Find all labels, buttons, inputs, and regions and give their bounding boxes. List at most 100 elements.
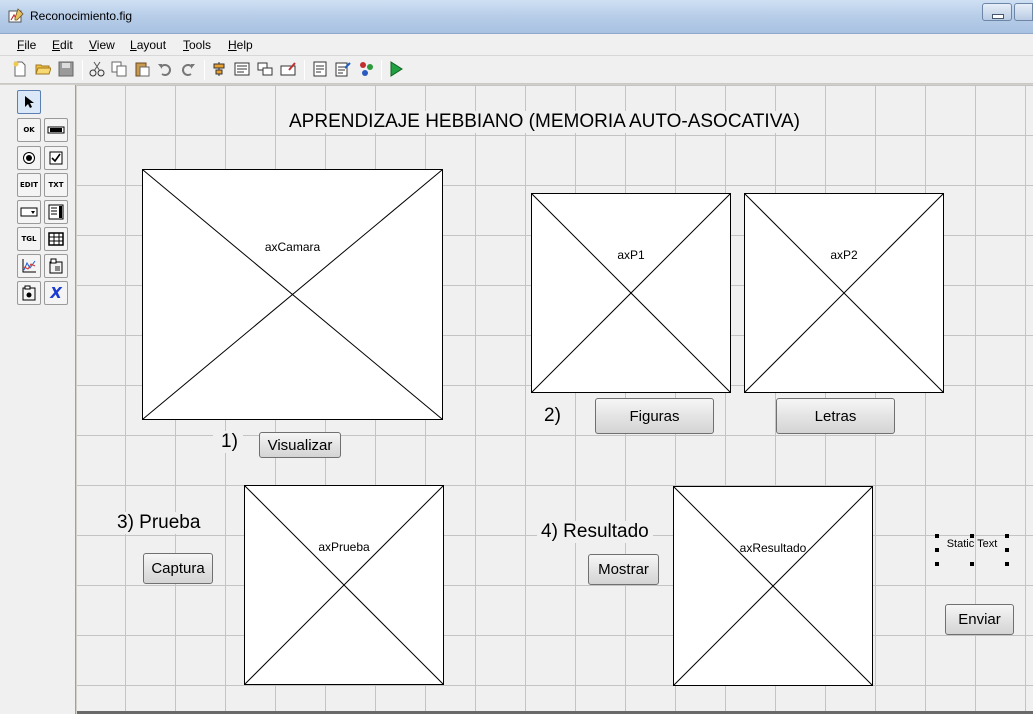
axes-p1-label: axP1	[617, 248, 645, 262]
arrow-cursor-icon	[25, 96, 34, 108]
static-text-tool[interactable]: TXT	[44, 173, 68, 197]
cut-icon[interactable]	[89, 61, 105, 77]
resize-handle[interactable]	[935, 548, 939, 552]
axes-placeholder-cross	[143, 170, 442, 419]
panel-tool[interactable]	[44, 254, 68, 278]
axes-p2[interactable]: axP2	[744, 193, 944, 393]
run-icon[interactable]	[388, 61, 404, 77]
copy-icon[interactable]	[111, 61, 127, 77]
minimize-button[interactable]	[982, 3, 1012, 21]
axes-placeholder-cross	[745, 194, 943, 392]
edit-text-tool[interactable]: EDIT	[17, 173, 41, 197]
paste-icon[interactable]	[134, 61, 150, 77]
axes-camara[interactable]: axCamara	[142, 169, 443, 420]
resize-handle[interactable]	[1005, 562, 1009, 566]
save-icon[interactable]	[58, 61, 74, 77]
title-bar: Reconocimiento.fig	[0, 0, 1033, 34]
step-1-label[interactable]: 1)	[213, 431, 243, 453]
radio-icon	[23, 152, 35, 164]
push-button-tool-label: OK	[23, 126, 35, 134]
step-3-label[interactable]: 3) Prueba	[113, 512, 205, 534]
menu-editor-icon[interactable]	[234, 61, 250, 77]
table-tool[interactable]	[44, 227, 68, 251]
menu-view[interactable]: View	[89, 38, 115, 52]
panel-icon	[49, 258, 63, 274]
menu-help[interactable]: Help	[228, 38, 253, 52]
resize-handle[interactable]	[1005, 534, 1009, 538]
table-icon	[48, 232, 64, 246]
menu-edit[interactable]: Edit	[52, 38, 73, 52]
slider-tool[interactable]	[44, 118, 68, 142]
axes-placeholder-cross	[245, 486, 443, 684]
tab-order-icon[interactable]	[257, 61, 273, 77]
toggle-button-tool-label: TGL	[21, 235, 37, 243]
new-file-icon[interactable]	[12, 61, 28, 77]
property-inspector-icon[interactable]	[335, 61, 351, 77]
axes-placeholder-cross	[532, 194, 730, 392]
activex-tool-label: X	[50, 284, 62, 302]
toggle-button-tool[interactable]: TGL	[17, 227, 41, 251]
toolbar-separator	[304, 60, 305, 80]
axes-icon	[22, 259, 36, 273]
popup-menu-tool[interactable]	[17, 200, 41, 224]
resize-handle[interactable]	[970, 534, 974, 538]
toolbar-separator	[82, 60, 83, 80]
open-folder-icon[interactable]	[35, 61, 51, 77]
popup-menu-icon	[20, 207, 38, 217]
undo-icon[interactable]	[157, 61, 173, 77]
toolbar-separator	[381, 60, 382, 80]
enviar-button[interactable]: Enviar	[945, 604, 1014, 635]
maximize-button[interactable]	[1014, 3, 1033, 21]
axes-p1[interactable]: axP1	[531, 193, 731, 393]
axes-resultado[interactable]: axResultado	[673, 486, 873, 686]
axes-placeholder-cross	[674, 487, 872, 685]
axes-prueba[interactable]: axPrueba	[244, 485, 444, 685]
static-text-selected[interactable]: Static Text	[935, 534, 1009, 566]
resize-handle[interactable]	[935, 562, 939, 566]
design-canvas[interactable]: APRENDIZAJE HEBBIANO (MEMORIA AUTO-ASOCA…	[77, 85, 1033, 711]
resize-handle[interactable]	[935, 534, 939, 538]
listbox-icon	[48, 204, 64, 220]
toolbar	[0, 56, 1033, 84]
figuras-button[interactable]: Figuras	[595, 398, 714, 434]
redo-icon[interactable]	[180, 61, 196, 77]
menu-tools[interactable]: Tools	[183, 38, 211, 52]
slider-icon	[47, 126, 65, 134]
static-text-label: Static Text	[946, 538, 998, 550]
toolbar-separator	[204, 60, 205, 80]
checkbox-tool[interactable]	[44, 146, 68, 170]
axes-camara-label: axCamara	[264, 240, 321, 254]
component-palette: OK EDIT TXT TGL X	[0, 85, 76, 714]
activex-tool[interactable]: X	[44, 281, 68, 305]
figure-app-icon	[8, 8, 24, 23]
toolbar-editor-icon[interactable]	[280, 61, 296, 77]
align-icon[interactable]	[211, 61, 227, 77]
page-title[interactable]: APRENDIZAJE HEBBIANO (MEMORIA AUTO-ASOCA…	[287, 111, 802, 133]
button-group-tool[interactable]	[17, 281, 41, 305]
select-tool[interactable]	[17, 90, 41, 114]
axes-p2-label: axP2	[830, 248, 858, 262]
resize-handle[interactable]	[1005, 548, 1009, 552]
static-text-tool-label: TXT	[48, 181, 64, 189]
edit-text-tool-label: EDIT	[20, 181, 38, 189]
checkbox-icon	[49, 151, 63, 165]
listbox-tool[interactable]	[44, 200, 68, 224]
button-group-icon	[22, 285, 36, 301]
step-2-label[interactable]: 2)	[537, 405, 573, 427]
menu-layout[interactable]: Layout	[130, 38, 166, 52]
radio-button-tool[interactable]	[17, 146, 41, 170]
captura-button[interactable]: Captura	[143, 553, 213, 584]
object-browser-icon[interactable]	[358, 61, 374, 77]
axes-prueba-label: axPrueba	[318, 540, 370, 554]
window-title: Reconocimiento.fig	[30, 9, 133, 23]
visualizar-button[interactable]: Visualizar	[259, 432, 341, 458]
axes-tool[interactable]	[17, 254, 41, 278]
menu-file[interactable]: File	[17, 38, 36, 52]
push-button-tool[interactable]: OK	[17, 118, 41, 142]
menu-bar: File Edit View Layout Tools Help	[0, 34, 1033, 56]
resize-handle[interactable]	[970, 562, 974, 566]
m-file-editor-icon[interactable]	[312, 61, 328, 77]
letras-button[interactable]: Letras	[776, 398, 895, 434]
step-4-label[interactable]: 4) Resultado	[537, 521, 653, 543]
mostrar-button[interactable]: Mostrar	[588, 554, 659, 585]
